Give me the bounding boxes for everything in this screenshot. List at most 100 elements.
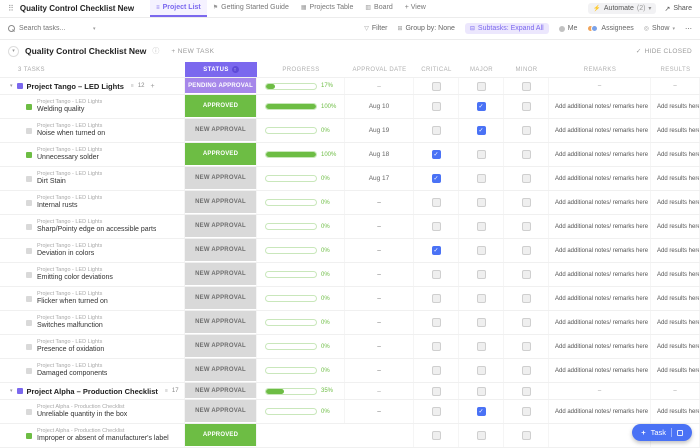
me-filter-button[interactable]: Me [558,25,577,32]
approval-date-cell[interactable]: – [345,239,414,262]
status-cell[interactable]: NEW APPROVAL [185,287,257,310]
critical-checkbox[interactable] [431,174,441,183]
task-row[interactable]: Project Tango - LED Lights Noise when tu… [0,119,700,143]
task-title[interactable]: Damaged components [37,370,107,379]
task-title[interactable]: Presence of oxidation [37,346,104,355]
results-cell[interactable]: Add results here [651,167,700,190]
results-cell[interactable]: Add results here [651,263,700,286]
approval-date-cell[interactable]: – [345,359,414,382]
remarks-cell[interactable]: Add additional notes/ remarks here [549,119,651,142]
task-breadcrumb[interactable]: Project Tango - LED Lights [37,195,102,202]
task-row[interactable]: Project Tango - LED Lights Sharp/Pointy … [0,215,700,239]
status-cell[interactable]: APPROVED [185,95,257,118]
group-title[interactable]: Project Tango – LED Lights [27,82,124,91]
task-title[interactable]: Improper or absent of manufacturer's lab… [37,435,169,444]
remarks-cell[interactable]: Add additional notes/ remarks here [549,191,651,214]
critical-checkbox[interactable] [431,246,441,255]
remarks-cell[interactable]: Add additional notes/ remarks here [549,215,651,238]
minor-checkbox[interactable] [521,150,531,159]
major-checkbox[interactable] [476,102,486,111]
task-title[interactable]: Deviation in colors [37,250,102,259]
task-row[interactable]: Project Tango - LED Lights Welding quali… [0,95,700,119]
status-cell[interactable]: NEW APPROVAL [185,119,257,142]
task-title[interactable]: Unnecessary solder [37,154,102,163]
results-cell[interactable]: Add results here [651,400,700,423]
task-title[interactable]: Sharp/Pointy edge on accessible parts [37,226,156,235]
results-cell[interactable]: Add results here [651,335,700,358]
results-cell[interactable]: Add results here [651,119,700,142]
collapse-list-button[interactable]: ▾ [8,45,19,57]
task-title[interactable]: Internal rusts [37,202,102,211]
results-cell[interactable]: Add results here [651,359,700,382]
task-title[interactable]: Noise when turned on [37,130,105,139]
task-title[interactable]: Welding quality [37,106,102,115]
status-cell[interactable]: NEW APPROVAL [185,335,257,358]
approval-date-column-header[interactable]: APPROVAL DATE [345,62,414,77]
approval-date-cell[interactable]: – [345,335,414,358]
subtasks-button[interactable]: ⊟ Subtasks: Expand All [464,23,549,34]
status-cell[interactable]: NEW APPROVAL [185,215,257,238]
remarks-cell[interactable]: Add additional notes/ remarks here [549,95,651,118]
task-breadcrumb[interactable]: Project Tango - LED Lights [37,363,107,370]
results-cell[interactable]: Add results here [651,239,700,262]
critical-checkbox[interactable] [431,342,441,351]
task-title[interactable]: Flicker when turned on [37,298,108,307]
major-checkbox[interactable] [476,174,486,183]
results-cell[interactable]: – [651,383,700,399]
critical-checkbox[interactable] [431,431,441,440]
task-row[interactable]: Project Tango - LED Lights Flicker when … [0,287,700,311]
major-checkbox[interactable] [476,270,486,279]
minor-checkbox[interactable] [521,222,531,231]
minor-checkbox[interactable] [521,174,531,183]
status-cell[interactable]: NEW APPROVAL [185,400,257,423]
tab-projects-table[interactable]: ▦ Projects Table [295,0,360,17]
status-cell[interactable]: APPROVED [185,424,257,447]
minor-checkbox[interactable] [521,366,531,375]
minor-checkbox[interactable] [521,407,531,416]
approval-date-cell[interactable]: – [345,215,414,238]
assignees-button[interactable]: Assignees [587,25,634,32]
filter-button[interactable]: ▽ Filter [364,25,387,32]
approval-date-cell[interactable]: Aug 18 [345,143,414,166]
approval-date-cell[interactable]: Aug 10 [345,95,414,118]
status-column-header[interactable]: STATUS ↑ [185,62,257,77]
approval-date-cell[interactable]: Aug 17 [345,167,414,190]
task-row[interactable]: Project Alpha - Production Checklist Unr… [0,400,700,424]
results-cell[interactable]: Add results here [651,287,700,310]
task-title[interactable]: Switches malfunction [37,322,103,331]
share-button[interactable]: ↗ Share [664,5,692,13]
minor-checkbox[interactable] [521,198,531,207]
task-breadcrumb[interactable]: Project Alpha - Production Checklist [37,404,127,411]
minor-checkbox[interactable] [521,126,531,135]
show-button[interactable]: ◎ Show ▾ [644,25,675,32]
approval-date-cell[interactable]: – [345,311,414,334]
critical-checkbox[interactable] [431,102,441,111]
critical-checkbox[interactable] [431,407,441,416]
approval-date-cell[interactable]: – [345,191,414,214]
major-checkbox[interactable] [476,81,486,91]
status-cell[interactable]: NEW APPROVAL [185,239,257,262]
approval-date-cell[interactable]: – [345,383,414,399]
minor-checkbox[interactable] [521,270,531,279]
expand-icon[interactable] [677,429,683,436]
status-cell[interactable]: NEW APPROVAL [185,191,257,214]
critical-checkbox[interactable] [431,318,441,327]
task-breadcrumb[interactable]: Project Tango - LED Lights [37,123,105,130]
critical-checkbox[interactable] [431,81,441,91]
task-breadcrumb[interactable]: Project Tango - LED Lights [37,291,108,298]
status-cell[interactable]: NEW APPROVAL [185,359,257,382]
group-row[interactable]: ▾ Project Tango – LED Lights ≡ 12 + PEND… [0,78,700,95]
add-task-fab[interactable]: + Task [632,424,692,441]
info-icon[interactable]: ⓘ [152,46,159,56]
search-box[interactable]: ▾ [8,25,118,32]
major-checkbox[interactable] [476,431,486,440]
task-breadcrumb[interactable]: Project Alpha - Production Checklist [37,428,169,435]
minor-checkbox[interactable] [521,431,531,440]
task-breadcrumb[interactable]: Project Tango - LED Lights [37,171,102,178]
approval-date-cell[interactable]: – [345,287,414,310]
task-breadcrumb[interactable]: Project Tango - LED Lights [37,99,102,106]
more-options-button[interactable]: ⋯ [685,25,692,33]
tab-board[interactable]: ▥ Board [359,0,398,17]
minor-checkbox[interactable] [521,81,531,91]
status-cell[interactable]: NEW APPROVAL [185,311,257,334]
